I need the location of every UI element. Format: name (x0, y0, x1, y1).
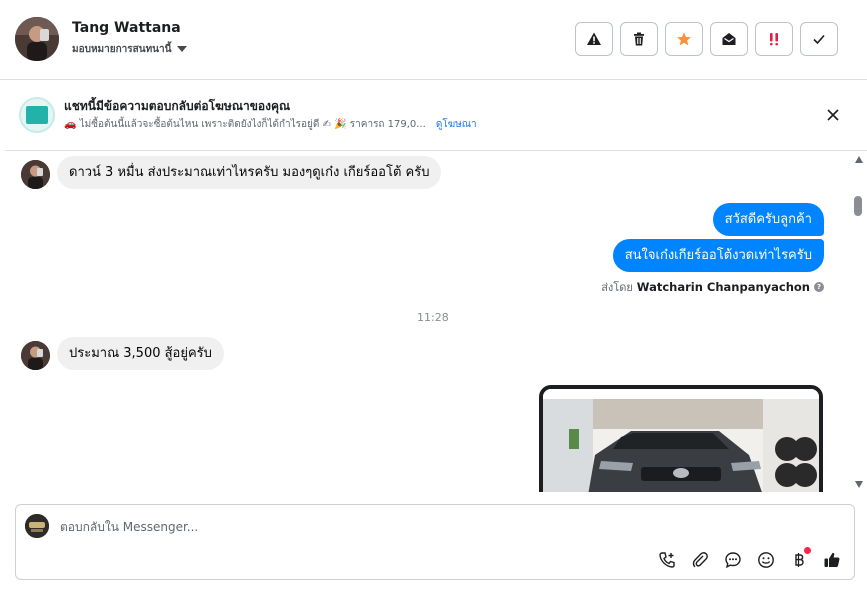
trash-icon (634, 32, 644, 46)
mark-urgent-button[interactable] (755, 22, 793, 56)
emoji-button[interactable] (755, 549, 776, 570)
call-add-button[interactable] (656, 549, 677, 570)
scroll-thumb[interactable] (854, 196, 862, 216)
incoming-message[interactable]: ประมาณ 3,500 สู้อยู่ครับ (57, 337, 224, 370)
car-photo-attachment[interactable] (539, 385, 823, 492)
sent-by-prefix: ส่งโดย (601, 281, 633, 294)
chevron-down-icon (177, 45, 188, 52)
sender-avatar (21, 341, 50, 370)
incoming-message[interactable]: ดาวน์ 3 หมื่น ส่งประมาณเท่าไหรครับ มองๆด… (57, 156, 442, 189)
ad-banner-title: แชทนี้มีข้อความตอบกลับต่อโฆษณาของคุณ (64, 99, 291, 113)
assign-label: มอบหมายการสนทนานี้ (72, 44, 172, 55)
call-add-icon (658, 551, 675, 568)
message-timestamp: 11:28 (417, 311, 449, 324)
emoji-icon (757, 551, 774, 568)
star-icon (677, 32, 691, 46)
close-banner-button[interactable] (823, 105, 843, 125)
ad-thumbnail[interactable] (19, 97, 55, 133)
thumbs-up-icon (824, 552, 839, 567)
car-photo-image (543, 389, 819, 492)
message-scrollbar[interactable] (851, 152, 866, 492)
star-button[interactable] (665, 22, 703, 56)
mark-spam-button[interactable] (575, 22, 613, 56)
outgoing-message[interactable]: สวัสดีครับลูกค้า (712, 203, 824, 236)
conversation-toolbar (575, 22, 838, 56)
sent-by-label: ส่งโดย Watcharin Chanpanyachon ? (601, 278, 824, 296)
notification-dot (804, 547, 811, 554)
reply-input[interactable] (60, 517, 760, 537)
warning-icon (587, 32, 601, 45)
contact-avatar[interactable] (15, 17, 59, 61)
ad-banner-text: 🚗 ไม่ซื้อต้นนี้แล้วจะซื้อต้นไหน เพราะติด… (64, 119, 426, 130)
open-envelope-icon (722, 33, 736, 45)
like-button[interactable] (821, 549, 842, 570)
message-thread[interactable]: ดาวน์ 3 หมื่น ส่งประมาณเท่าไหรครับ มองๆด… (5, 152, 850, 492)
contact-name[interactable]: Tang Wattana (72, 20, 181, 36)
view-ad-link[interactable]: ดูโฆษณา (436, 117, 477, 132)
payment-button[interactable] (788, 547, 811, 570)
attachment-icon (692, 551, 708, 567)
delete-button[interactable] (620, 22, 658, 56)
assign-conversation-dropdown[interactable]: มอบหมายการสนทนานี้ (72, 42, 188, 57)
outgoing-message[interactable]: สนใจเก๋งเกียร์ออโต้งวดเท่าไรครับ (612, 239, 824, 272)
conversation-header: Tang Wattana มอบหมายการสนทนานี้ (0, 0, 867, 80)
info-icon[interactable]: ? (814, 282, 824, 292)
mark-done-button[interactable] (800, 22, 838, 56)
urgent-icon (770, 33, 778, 46)
ad-image-icon (26, 106, 48, 124)
sender-avatar (21, 160, 50, 189)
scroll-down-arrow-icon[interactable] (855, 481, 863, 488)
attachment-button[interactable] (689, 549, 710, 570)
close-icon (827, 109, 839, 121)
saved-reply-button[interactable] (722, 549, 743, 570)
reply-composer (15, 504, 855, 580)
checkmark-icon (813, 34, 825, 45)
mark-unread-button[interactable] (710, 22, 748, 56)
sent-by-name[interactable]: Watcharin Chanpanyachon (637, 280, 810, 294)
ad-reply-banner: แชทนี้มีข้อความตอบกลับต่อโฆษณาของคุณ 🚗 ไ… (5, 81, 867, 151)
scroll-up-arrow-icon[interactable] (855, 156, 863, 163)
ad-banner-subtitle: 🚗 ไม่ซื้อต้นนี้แล้วจะซื้อต้นไหน เพราะติด… (64, 117, 477, 132)
saved-reply-icon (724, 551, 741, 568)
composer-toolbar (656, 547, 842, 570)
page-avatar (25, 514, 49, 538)
